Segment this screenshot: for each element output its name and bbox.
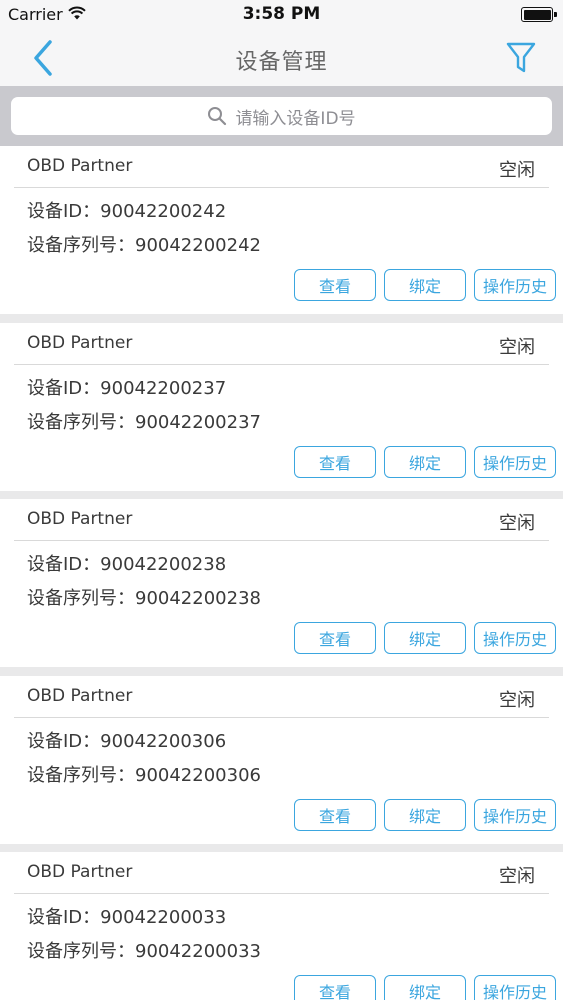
divider: [14, 540, 549, 541]
divider: [14, 363, 549, 365]
history-button[interactable]: 操作历史: [474, 622, 556, 654]
device-status: 空闲: [499, 336, 535, 358]
device-actions: 查看 绑定 操作历史: [294, 445, 556, 478]
bind-button[interactable]: 绑定: [384, 622, 466, 654]
device-card: OBD Partner 空闲 设备ID：90042200306 设备序列号：90…: [0, 675, 563, 844]
search-input[interactable]: 请输入设备ID号: [11, 97, 552, 135]
device-status: 空闲: [499, 689, 535, 711]
device-status: 空闲: [499, 866, 535, 887]
bind-button[interactable]: 绑定: [384, 798, 466, 831]
status-time: 3:58 PM: [242, 4, 321, 24]
device-list: OBD Partner 空闲 设备ID：90042200242 设备序列号：90…: [0, 146, 563, 1000]
divider: [14, 187, 549, 188]
history-button[interactable]: 操作历史: [474, 975, 556, 1000]
device-id: 设备ID：90042200033: [27, 907, 227, 928]
view-button[interactable]: 查看: [294, 975, 376, 1000]
device-serial: 设备序列号：90042200306: [27, 764, 261, 786]
device-id: 设备ID：90042200306: [27, 730, 227, 752]
device-status: 空闲: [499, 513, 535, 534]
device-card: OBD Partner 空闲 设备ID：90042200237 设备序列号：90…: [0, 322, 563, 491]
device-card: OBD Partner 空闲 设备ID：90042200238 设备序列号：90…: [0, 499, 563, 667]
view-button[interactable]: 查看: [294, 445, 376, 478]
battery-icon: [521, 7, 557, 22]
device-id: 设备ID：90042200242: [27, 201, 227, 222]
device-name: OBD Partner: [27, 862, 133, 882]
status-bar: Carrier 3:58 PM: [0, 0, 563, 30]
search-placeholder: 请输入设备ID号: [235, 108, 356, 129]
filter-button[interactable]: [505, 40, 537, 76]
device-name: OBD Partner: [27, 509, 133, 529]
view-button[interactable]: 查看: [294, 798, 376, 831]
device-id: 设备ID：90042200238: [27, 554, 227, 575]
device-serial: 设备序列号：90042200238: [27, 588, 261, 609]
device-name: OBD Partner: [27, 332, 133, 353]
search-icon: [208, 107, 227, 126]
device-actions: 查看 绑定 操作历史: [294, 798, 556, 831]
view-button[interactable]: 查看: [294, 269, 376, 301]
view-button[interactable]: 查看: [294, 622, 376, 654]
device-id: 设备ID：90042200237: [27, 377, 227, 399]
device-actions: 查看 绑定 操作历史: [294, 269, 556, 301]
divider: [14, 716, 549, 718]
navigation-bar: 设备管理: [0, 30, 563, 86]
bind-button[interactable]: 绑定: [384, 269, 466, 301]
device-serial: 设备序列号：90042200242: [27, 235, 261, 256]
history-button[interactable]: 操作历史: [474, 269, 556, 301]
device-serial: 设备序列号：90042200033: [27, 941, 261, 962]
device-actions: 查看 绑定 操作历史: [294, 975, 556, 1000]
device-name: OBD Partner: [27, 156, 133, 176]
history-button[interactable]: 操作历史: [474, 445, 556, 478]
device-serial: 设备序列号：90042200237: [27, 411, 261, 433]
device-actions: 查看 绑定 操作历史: [294, 622, 556, 654]
bind-button[interactable]: 绑定: [384, 445, 466, 478]
filter-funnel-icon: [506, 42, 536, 73]
device-card: OBD Partner 空闲 设备ID：90042200033 设备序列号：90…: [0, 852, 563, 1000]
device-status: 空闲: [499, 160, 535, 181]
divider: [14, 893, 549, 894]
page-title: 设备管理: [235, 50, 328, 75]
device-name: OBD Partner: [27, 685, 133, 706]
history-button[interactable]: 操作历史: [474, 798, 556, 831]
device-card: OBD Partner 空闲 设备ID：90042200242 设备序列号：90…: [0, 146, 563, 314]
search-bar: 请输入设备ID号: [0, 86, 563, 146]
bind-button[interactable]: 绑定: [384, 975, 466, 1000]
